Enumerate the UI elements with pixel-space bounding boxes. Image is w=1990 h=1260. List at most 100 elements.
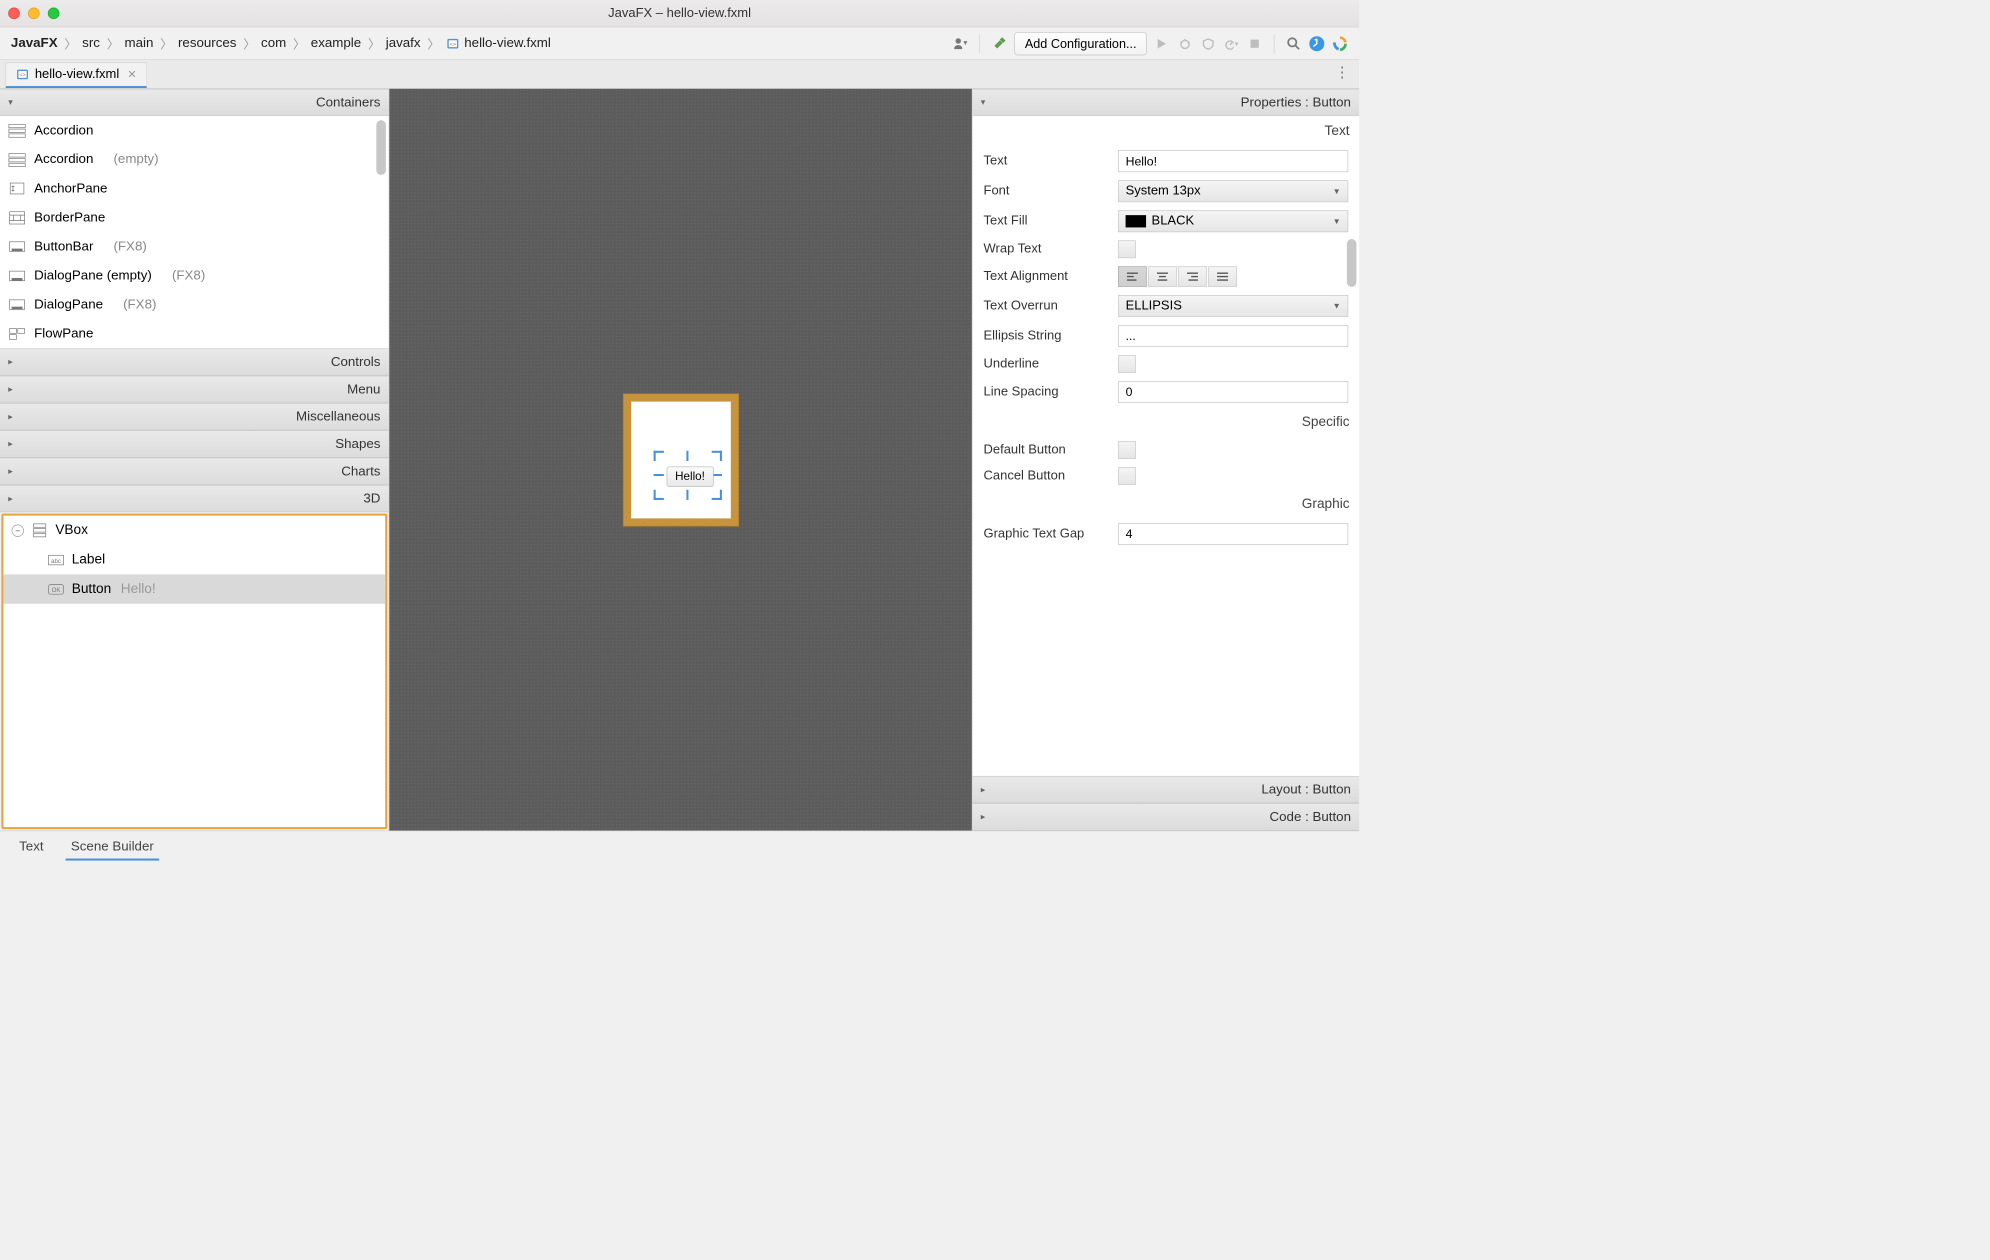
svg-text:<>: <>: [449, 41, 455, 47]
align-right-button[interactable]: [1178, 266, 1207, 286]
library-section-containers[interactable]: Containers: [0, 89, 389, 116]
inspector-header-layout[interactable]: Layout : Button: [973, 776, 1360, 803]
run-configuration-button[interactable]: Add Configuration...: [1015, 32, 1147, 55]
prop-line-spacing: Line Spacing: [973, 377, 1360, 407]
cancel-button-checkbox[interactable]: [1118, 467, 1136, 485]
vbox-icon: [31, 523, 49, 538]
close-icon[interactable]: [8, 8, 20, 20]
close-tab-icon[interactable]: ✕: [127, 68, 136, 82]
titlebar: JavaFX – hello-view.fxml: [0, 0, 1359, 27]
window-title: JavaFX – hello-view.fxml: [0, 6, 1359, 21]
breadcrumb-project[interactable]: JavaFX: [11, 36, 58, 52]
breadcrumb-item[interactable]: main: [125, 36, 154, 52]
tree-node-label[interactable]: abc Label: [3, 545, 385, 574]
library-section-controls[interactable]: Controls: [0, 348, 389, 375]
user-add-icon[interactable]: +▼: [952, 35, 968, 51]
library-section-menu[interactable]: Menu: [0, 376, 389, 403]
design-canvas[interactable]: Hello!: [389, 89, 972, 831]
prop-underline: Underline: [973, 351, 1360, 377]
prop-text: Text: [973, 146, 1360, 176]
tab-text[interactable]: Text: [14, 835, 49, 861]
library-item[interactable]: Accordion (empty): [0, 145, 389, 174]
breadcrumb-item[interactable]: javafx: [386, 36, 421, 52]
prop-font: Font System 13px▼: [973, 176, 1360, 206]
align-center-button[interactable]: [1148, 266, 1177, 286]
svg-text:<>: <>: [19, 72, 25, 78]
prop-text-fill: Text Fill BLACK▼: [973, 206, 1360, 236]
maximize-icon[interactable]: [48, 8, 60, 20]
text-overrun-dropdown[interactable]: ELLIPSIS▼: [1118, 295, 1348, 317]
prop-graphic-text-gap: Graphic Text Gap: [973, 519, 1360, 549]
library-item[interactable]: ButtonBar (FX8): [0, 232, 389, 261]
canvas-vbox[interactable]: Hello!: [631, 401, 731, 518]
library-item[interactable]: DialogPane (FX8): [0, 290, 389, 319]
breadcrumb-item[interactable]: example: [311, 36, 361, 52]
breadcrumb[interactable]: JavaFX〉 src〉 main〉 resources〉 com〉 examp…: [11, 34, 551, 52]
font-dropdown[interactable]: System 13px▼: [1118, 180, 1348, 202]
ellipsis-input[interactable]: [1118, 325, 1348, 347]
text-fill-dropdown[interactable]: BLACK▼: [1118, 210, 1348, 232]
tree-node-vbox[interactable]: − VBox: [3, 516, 385, 545]
library-item[interactable]: BorderPane: [0, 203, 389, 232]
tab-scene-builder[interactable]: Scene Builder: [65, 835, 159, 861]
prop-default-button: Default Button: [973, 437, 1360, 463]
text-input[interactable]: [1118, 150, 1348, 172]
align-left-button[interactable]: [1118, 266, 1147, 286]
underline-checkbox[interactable]: [1118, 355, 1136, 373]
profiler-icon[interactable]: ▼: [1223, 35, 1239, 51]
containers-list: Accordion Accordion (empty) AnchorPane B…: [0, 116, 389, 348]
breadcrumb-item[interactable]: resources: [178, 36, 236, 52]
main-content: Containers Accordion Accordion (empty) A…: [0, 89, 1359, 831]
default-button-checkbox[interactable]: [1118, 441, 1136, 459]
minimize-icon[interactable]: [28, 8, 40, 20]
library-section-3d[interactable]: 3D: [0, 485, 389, 512]
line-spacing-input[interactable]: [1118, 381, 1348, 403]
graphic-text-gap-input[interactable]: [1118, 523, 1348, 545]
library-item[interactable]: DialogPane (empty) (FX8): [0, 261, 389, 290]
svg-text:abc: abc: [51, 557, 61, 564]
coverage-icon[interactable]: [1200, 35, 1216, 51]
align-justify-button[interactable]: [1208, 266, 1237, 286]
navigation-toolbar: JavaFX〉 src〉 main〉 resources〉 com〉 examp…: [0, 27, 1359, 60]
tree-node-button[interactable]: OK Button Hello!: [3, 574, 385, 603]
library-section-charts[interactable]: Charts: [0, 458, 389, 485]
editor-tab[interactable]: <> hello-view.fxml ✕: [5, 62, 146, 88]
inspector-header-properties[interactable]: Properties : Button: [973, 89, 1360, 116]
group-specific: Specific: [973, 407, 1360, 437]
jetbrains-icon[interactable]: [1332, 35, 1348, 51]
library-section-misc[interactable]: Miscellaneous: [0, 403, 389, 430]
search-icon[interactable]: [1285, 35, 1301, 51]
prop-ellipsis-string: Ellipsis String: [973, 321, 1360, 351]
prop-wrap-text: Wrap Text: [973, 236, 1360, 262]
group-graphic: Graphic: [973, 489, 1360, 519]
library-item[interactable]: AnchorPane: [0, 174, 389, 203]
hammer-icon[interactable]: [991, 35, 1007, 51]
collapse-icon[interactable]: −: [12, 524, 24, 536]
library-item[interactable]: FlowPane: [0, 319, 389, 348]
library-pane: Containers Accordion Accordion (empty) A…: [0, 89, 389, 831]
debug-icon[interactable]: [1177, 35, 1193, 51]
prop-cancel-button: Cancel Button: [973, 463, 1360, 489]
stop-icon[interactable]: [1246, 35, 1262, 51]
run-icon[interactable]: [1154, 35, 1170, 51]
breadcrumb-file[interactable]: hello-view.fxml: [464, 36, 551, 52]
breadcrumb-item[interactable]: src: [82, 36, 100, 52]
canvas-root[interactable]: Hello!: [623, 393, 739, 526]
library-section-shapes[interactable]: Shapes: [0, 430, 389, 457]
scrollbar[interactable]: [1347, 239, 1357, 287]
properties-body: Text Text Font System 13px▼ Text Fill BL…: [973, 116, 1360, 776]
text-alignment-group: [1118, 266, 1237, 286]
group-text: Text: [973, 116, 1360, 146]
canvas-button[interactable]: Hello!: [666, 466, 713, 486]
wrap-text-checkbox[interactable]: [1118, 240, 1136, 258]
inspector-pane: Properties : Button Text Text Font Syste…: [972, 89, 1359, 831]
sync-icon[interactable]: [1309, 35, 1325, 51]
breadcrumb-item[interactable]: com: [261, 36, 286, 52]
library-item[interactable]: Accordion: [0, 116, 389, 145]
inspector-header-code[interactable]: Code : Button: [973, 803, 1360, 830]
color-swatch: [1126, 215, 1146, 227]
more-icon[interactable]: ⋮: [1325, 57, 1359, 88]
fxml-file-icon: <>: [16, 68, 30, 82]
scrollbar[interactable]: [376, 120, 386, 175]
editor-mode-tabs: Text Scene Builder: [0, 831, 1359, 861]
